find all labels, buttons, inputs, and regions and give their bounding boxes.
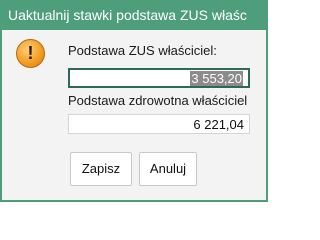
warning-icon: !	[16, 39, 45, 68]
dialog-body: ! Podstawa ZUS właściciel: 3 553,20 Pods…	[2, 30, 266, 200]
cancel-button[interactable]: Anuluj	[139, 152, 197, 186]
zus-label: Podstawa ZUS właściciel:	[68, 43, 217, 58]
health-value-input[interactable]: 6 221,04	[68, 114, 250, 134]
window-title: Uaktualnij stawki podstawa ZUS właśc	[8, 7, 247, 23]
zus-value-text: 3 553,20	[190, 71, 243, 86]
health-label: Podstawa zdrowotna właściciel	[68, 93, 248, 108]
dialog-window: Uaktualnij stawki podstawa ZUS właśc ! P…	[0, 0, 268, 202]
save-button[interactable]: Zapisz	[70, 152, 132, 186]
zus-value-input[interactable]: 3 553,20	[68, 68, 250, 88]
